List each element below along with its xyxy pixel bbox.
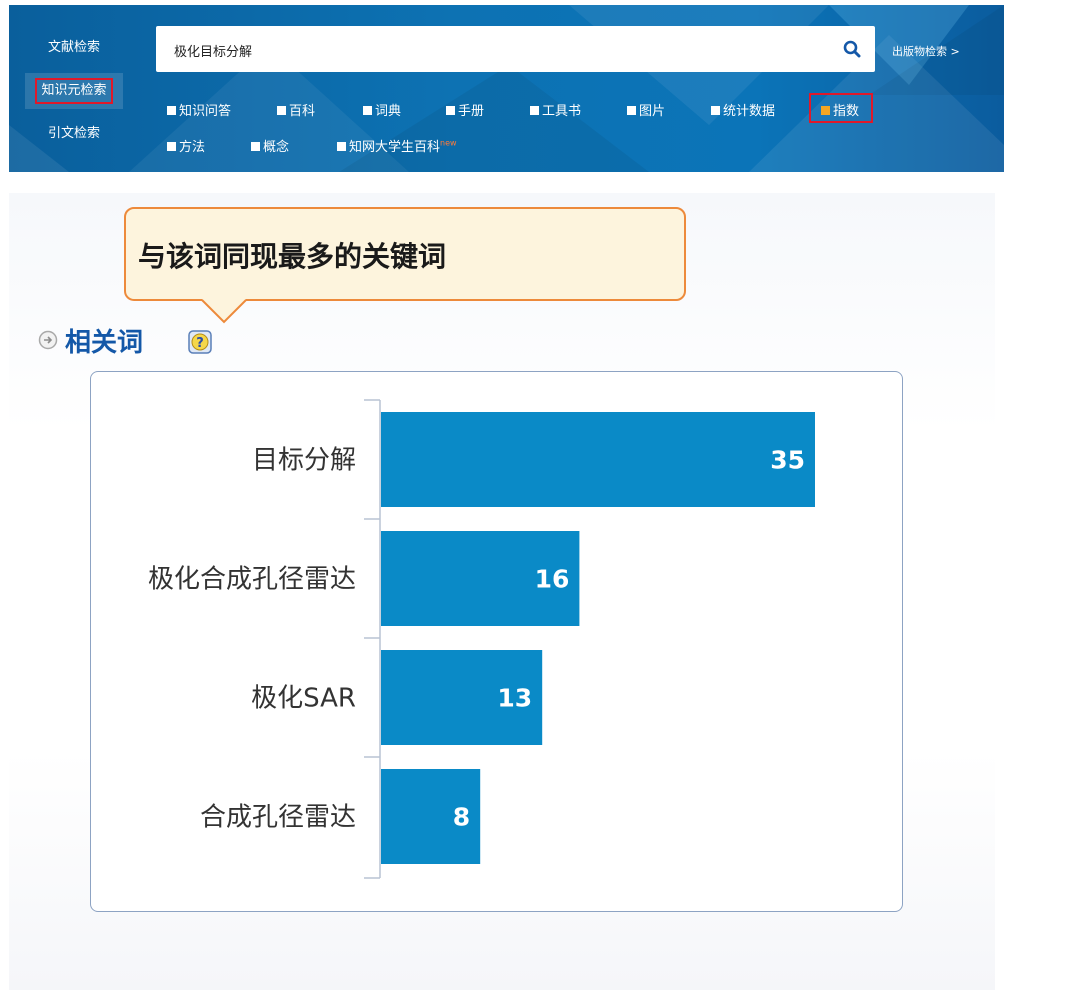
option-label: 统计数据: [723, 104, 776, 119]
value-label: 8: [453, 803, 470, 832]
value-label: 16: [535, 565, 570, 594]
option-concept[interactable]: 概念: [251, 136, 289, 155]
checkbox[interactable]: [167, 106, 176, 115]
category-label: 目标分解: [252, 446, 356, 476]
related-words-chart: 目标分解 35 极化合成孔径雷达 16 极化SAR 13 合成孔径雷达 8: [90, 371, 903, 912]
callout-box: 与该词同现最多的关键词: [124, 207, 686, 301]
search-icon[interactable]: [843, 40, 861, 58]
value-label: 13: [497, 684, 532, 713]
search-box: [156, 26, 875, 74]
bar: [381, 412, 815, 507]
option-method[interactable]: 方法: [167, 136, 205, 155]
checkbox[interactable]: [627, 106, 636, 115]
arrow-circle-icon: [38, 330, 58, 350]
option-images[interactable]: 图片: [627, 100, 665, 119]
option-dictionary[interactable]: 词典: [363, 100, 401, 119]
svg-text:?: ?: [196, 336, 204, 351]
option-label: 知识问答: [179, 104, 232, 119]
option-label: 方法: [179, 140, 206, 155]
option-encyclopedia[interactable]: 百科: [277, 100, 315, 119]
option-reference-book[interactable]: 工具书: [530, 100, 581, 119]
value-label: 35: [770, 446, 805, 475]
option-label: 手册: [458, 104, 485, 119]
option-label: 指数: [833, 104, 860, 119]
option-label: 知网大学生百科: [349, 140, 441, 155]
checkbox[interactable]: [337, 142, 346, 151]
option-label: 工具书: [542, 104, 582, 119]
checkbox[interactable]: [277, 106, 286, 115]
callout-tail: [201, 299, 247, 324]
checkbox[interactable]: [251, 142, 260, 151]
checkbox[interactable]: [711, 106, 720, 115]
option-statistics[interactable]: 统计数据: [711, 100, 775, 119]
option-label: 概念: [263, 140, 290, 155]
tab-citation-search[interactable]: 引文检索: [25, 117, 123, 151]
tab-knowledge-element-search[interactable]: 知识元检索: [25, 73, 123, 109]
category-label: 合成孔径雷达: [200, 803, 356, 833]
tab-literature-search[interactable]: 文献检索: [25, 31, 123, 65]
option-qa[interactable]: 知识问答: [167, 100, 231, 119]
tab-citation-search-label: 引文检索: [47, 126, 100, 141]
checkbox-checked[interactable]: [821, 106, 830, 115]
search-input[interactable]: [172, 26, 816, 74]
option-label: 词典: [375, 104, 402, 119]
tab-literature-search-label: 文献检索: [47, 40, 100, 55]
option-label: 百科: [289, 104, 316, 119]
checkbox[interactable]: [167, 142, 176, 151]
category-label: 极化合成孔径雷达: [148, 565, 356, 595]
option-index[interactable]: 指数: [821, 100, 859, 119]
checkbox[interactable]: [530, 106, 539, 115]
new-badge: new: [440, 138, 457, 148]
option-handbook[interactable]: 手册: [446, 100, 484, 119]
callout-text: 与该词同现最多的关键词: [138, 240, 447, 273]
help-icon[interactable]: ?: [188, 330, 212, 354]
search-header: 文献检索 知识元检索 引文检索 出版物检索 > 知识问答 百科 词典 手册 工具…: [9, 5, 1004, 172]
publication-search-link[interactable]: 出版物检索 >: [892, 43, 960, 59]
option-student-encyclopedia[interactable]: 知网大学生百科new: [337, 136, 457, 155]
section-label: 相关词: [65, 328, 144, 358]
option-label: 图片: [639, 104, 666, 119]
chart-svg: 目标分解 35 极化合成孔径雷达 16 极化SAR 13 合成孔径雷达 8: [148, 399, 815, 879]
checkbox[interactable]: [446, 106, 455, 115]
tab-knowledge-element-search-label: 知识元检索: [35, 78, 113, 104]
category-label: 极化SAR: [251, 684, 356, 714]
checkbox[interactable]: [363, 106, 372, 115]
